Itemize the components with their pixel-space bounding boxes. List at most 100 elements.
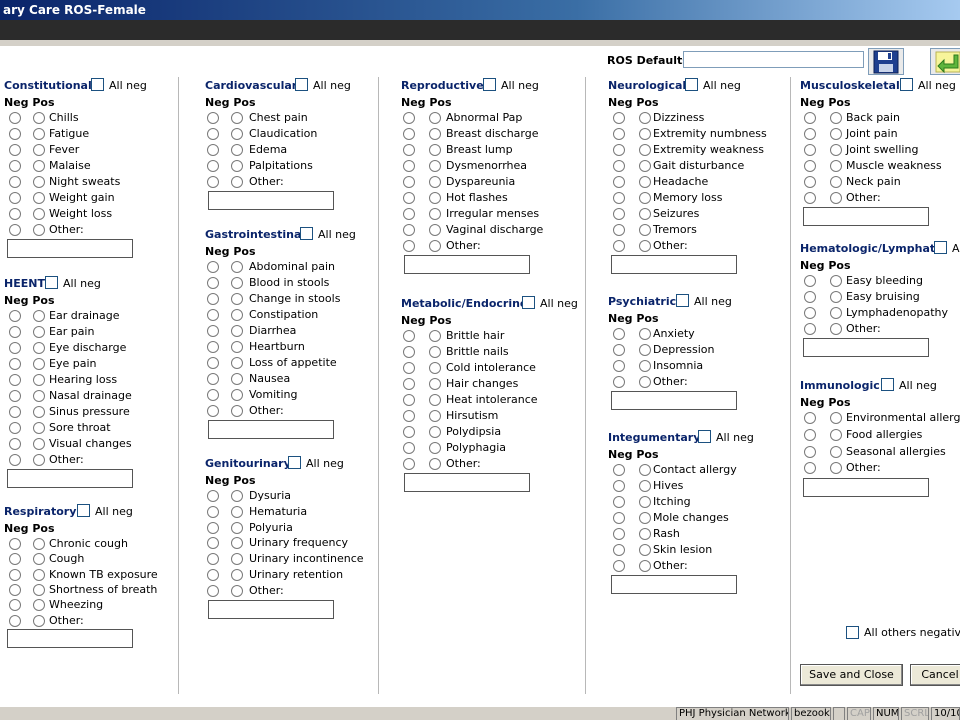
neg-radio[interactable] xyxy=(207,553,219,565)
neg-radio[interactable] xyxy=(804,412,816,424)
neg-radio[interactable] xyxy=(403,426,415,438)
pos-radio[interactable] xyxy=(33,422,45,434)
pos-radio[interactable] xyxy=(33,569,45,581)
all-neg-checkbox[interactable] xyxy=(295,78,308,91)
pos-radio[interactable] xyxy=(33,128,45,140)
neg-radio[interactable] xyxy=(207,325,219,337)
ros-defaults-input[interactable] xyxy=(683,51,864,68)
neg-radio[interactable] xyxy=(613,344,625,356)
pos-radio[interactable] xyxy=(429,330,441,342)
pos-radio[interactable] xyxy=(639,208,651,220)
neg-radio[interactable] xyxy=(804,275,816,287)
pos-radio[interactable] xyxy=(429,442,441,454)
all-neg-checkbox[interactable] xyxy=(45,276,58,289)
pos-radio[interactable] xyxy=(429,160,441,172)
save-and-close-button[interactable]: Save and Close xyxy=(800,664,903,686)
cancel-button[interactable]: Cancel xyxy=(910,664,960,686)
neg-radio[interactable] xyxy=(207,585,219,597)
pos-radio[interactable] xyxy=(639,240,651,252)
neg-radio[interactable] xyxy=(9,144,21,156)
neg-radio[interactable] xyxy=(207,357,219,369)
pos-radio[interactable] xyxy=(231,537,243,549)
pos-radio[interactable] xyxy=(231,144,243,156)
neg-radio[interactable] xyxy=(9,584,21,596)
pos-radio[interactable] xyxy=(639,160,651,172)
pos-radio[interactable] xyxy=(33,553,45,565)
pos-radio[interactable] xyxy=(231,553,243,565)
neg-radio[interactable] xyxy=(613,328,625,340)
pos-radio[interactable] xyxy=(639,128,651,140)
all-neg-checkbox[interactable] xyxy=(483,78,496,91)
neg-radio[interactable] xyxy=(804,307,816,319)
other-text-input[interactable] xyxy=(611,255,737,274)
pos-radio[interactable] xyxy=(639,192,651,204)
neg-radio[interactable] xyxy=(403,394,415,406)
neg-radio[interactable] xyxy=(804,160,816,172)
pos-radio[interactable] xyxy=(830,128,842,140)
neg-radio[interactable] xyxy=(403,330,415,342)
other-text-input[interactable] xyxy=(208,420,334,439)
pos-radio[interactable] xyxy=(429,394,441,406)
pos-radio[interactable] xyxy=(231,293,243,305)
pos-radio[interactable] xyxy=(429,128,441,140)
neg-radio[interactable] xyxy=(804,176,816,188)
neg-radio[interactable] xyxy=(804,462,816,474)
neg-radio[interactable] xyxy=(403,240,415,252)
all-neg-checkbox[interactable] xyxy=(288,456,301,469)
neg-radio[interactable] xyxy=(9,192,21,204)
pos-radio[interactable] xyxy=(231,490,243,502)
pos-radio[interactable] xyxy=(639,376,651,388)
pos-radio[interactable] xyxy=(231,261,243,273)
neg-radio[interactable] xyxy=(613,192,625,204)
pos-radio[interactable] xyxy=(429,426,441,438)
neg-radio[interactable] xyxy=(613,544,625,556)
pos-radio[interactable] xyxy=(639,528,651,540)
pos-radio[interactable] xyxy=(429,112,441,124)
neg-radio[interactable] xyxy=(9,176,21,188)
pos-radio[interactable] xyxy=(231,373,243,385)
neg-radio[interactable] xyxy=(207,277,219,289)
pos-radio[interactable] xyxy=(33,144,45,156)
pos-radio[interactable] xyxy=(830,192,842,204)
neg-radio[interactable] xyxy=(613,464,625,476)
pos-radio[interactable] xyxy=(231,405,243,417)
neg-radio[interactable] xyxy=(403,378,415,390)
neg-radio[interactable] xyxy=(207,569,219,581)
neg-radio[interactable] xyxy=(403,458,415,470)
pos-radio[interactable] xyxy=(639,344,651,356)
all-neg-checkbox[interactable] xyxy=(522,296,535,309)
other-text-input[interactable] xyxy=(7,629,133,648)
pos-radio[interactable] xyxy=(231,341,243,353)
neg-radio[interactable] xyxy=(613,560,625,572)
neg-radio[interactable] xyxy=(207,341,219,353)
neg-radio[interactable] xyxy=(9,112,21,124)
neg-radio[interactable] xyxy=(9,438,21,450)
pos-radio[interactable] xyxy=(231,128,243,140)
other-text-input[interactable] xyxy=(611,391,737,410)
pos-radio[interactable] xyxy=(33,438,45,450)
pos-radio[interactable] xyxy=(231,176,243,188)
neg-radio[interactable] xyxy=(207,522,219,534)
pos-radio[interactable] xyxy=(830,275,842,287)
neg-radio[interactable] xyxy=(207,506,219,518)
neg-radio[interactable] xyxy=(613,528,625,540)
pos-radio[interactable] xyxy=(33,176,45,188)
pos-radio[interactable] xyxy=(639,544,651,556)
neg-radio[interactable] xyxy=(9,454,21,466)
all-neg-checkbox[interactable] xyxy=(685,78,698,91)
pos-radio[interactable] xyxy=(429,346,441,358)
pos-radio[interactable] xyxy=(33,160,45,172)
other-text-input[interactable] xyxy=(803,478,929,497)
pos-radio[interactable] xyxy=(429,378,441,390)
floppy-disk-icon[interactable] xyxy=(868,48,904,75)
neg-radio[interactable] xyxy=(9,224,21,236)
pos-radio[interactable] xyxy=(231,522,243,534)
other-text-input[interactable] xyxy=(208,191,334,210)
neg-radio[interactable] xyxy=(207,112,219,124)
neg-radio[interactable] xyxy=(9,342,21,354)
pos-radio[interactable] xyxy=(231,277,243,289)
neg-radio[interactable] xyxy=(9,326,21,338)
neg-radio[interactable] xyxy=(9,358,21,370)
pos-radio[interactable] xyxy=(830,323,842,335)
pos-radio[interactable] xyxy=(33,390,45,402)
